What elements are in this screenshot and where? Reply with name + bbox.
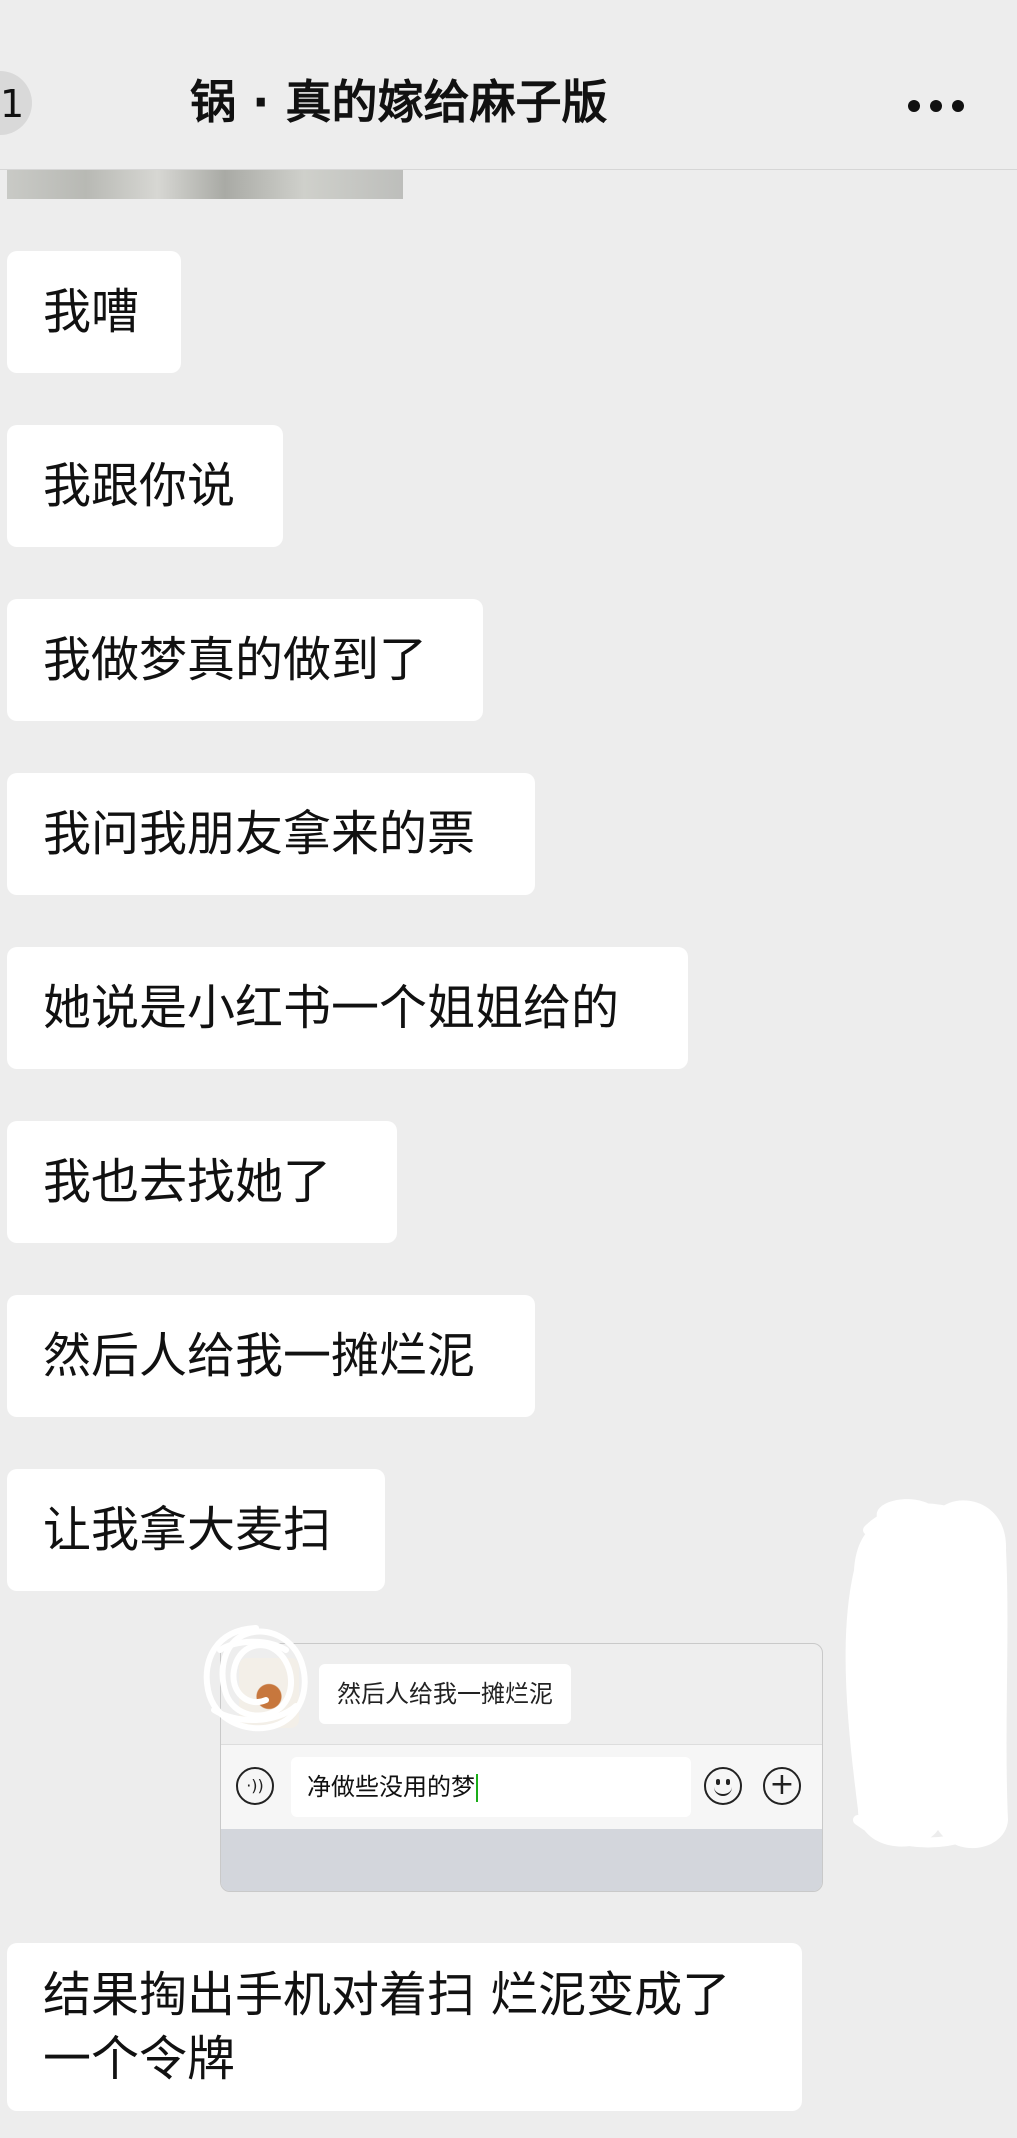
message-bubble[interactable]: 我做梦真的做到了 bbox=[7, 599, 483, 721]
voice-icon: ·)) bbox=[236, 1767, 274, 1805]
text-caret bbox=[476, 1774, 478, 1802]
message-bubble[interactable]: 结果掏出手机对着扫 烂泥变成了一个令牌 bbox=[7, 1943, 802, 2111]
more-dot bbox=[930, 100, 942, 112]
input-toolbar: ·)) 净做些没用的梦 + bbox=[221, 1744, 822, 1829]
input-text: 净做些没用的梦 bbox=[307, 1773, 475, 1801]
privacy-scribble bbox=[203, 1625, 308, 1732]
message-bubble[interactable]: 让我拿大麦扫 bbox=[7, 1469, 385, 1591]
quoted-message: 然后人给我一摊烂泥 bbox=[319, 1664, 571, 1724]
message-bubble[interactable]: 我跟你说 bbox=[7, 425, 283, 547]
message-bubble[interactable]: 我也去找她了 bbox=[7, 1121, 397, 1243]
image-message-preview[interactable] bbox=[7, 170, 403, 199]
plus-icon: + bbox=[763, 1767, 801, 1805]
emoji-icon bbox=[704, 1767, 742, 1805]
message-bubble[interactable]: 然后人给我一摊烂泥 bbox=[7, 1295, 535, 1417]
more-icon[interactable] bbox=[900, 88, 972, 124]
chat-title: 锅 · 真的嫁给麻子版 bbox=[190, 75, 608, 129]
unread-count[interactable]: 1 bbox=[0, 82, 24, 126]
message-bubble[interactable]: 我问我朋友拿来的票 bbox=[7, 773, 535, 895]
message-bubble[interactable]: 我嘈 bbox=[7, 251, 181, 373]
more-dot bbox=[952, 100, 964, 112]
privacy-scribble bbox=[845, 1499, 1008, 1849]
chat-header: 1 锅 · 真的嫁给麻子版 bbox=[0, 0, 1017, 170]
emoji-mouth bbox=[714, 1785, 732, 1796]
more-dot bbox=[908, 100, 920, 112]
message-bubble[interactable]: 她说是小红书一个姐姐给的 bbox=[7, 947, 688, 1069]
keyboard-area bbox=[221, 1829, 822, 1891]
message-input: 净做些没用的梦 bbox=[291, 1757, 691, 1817]
